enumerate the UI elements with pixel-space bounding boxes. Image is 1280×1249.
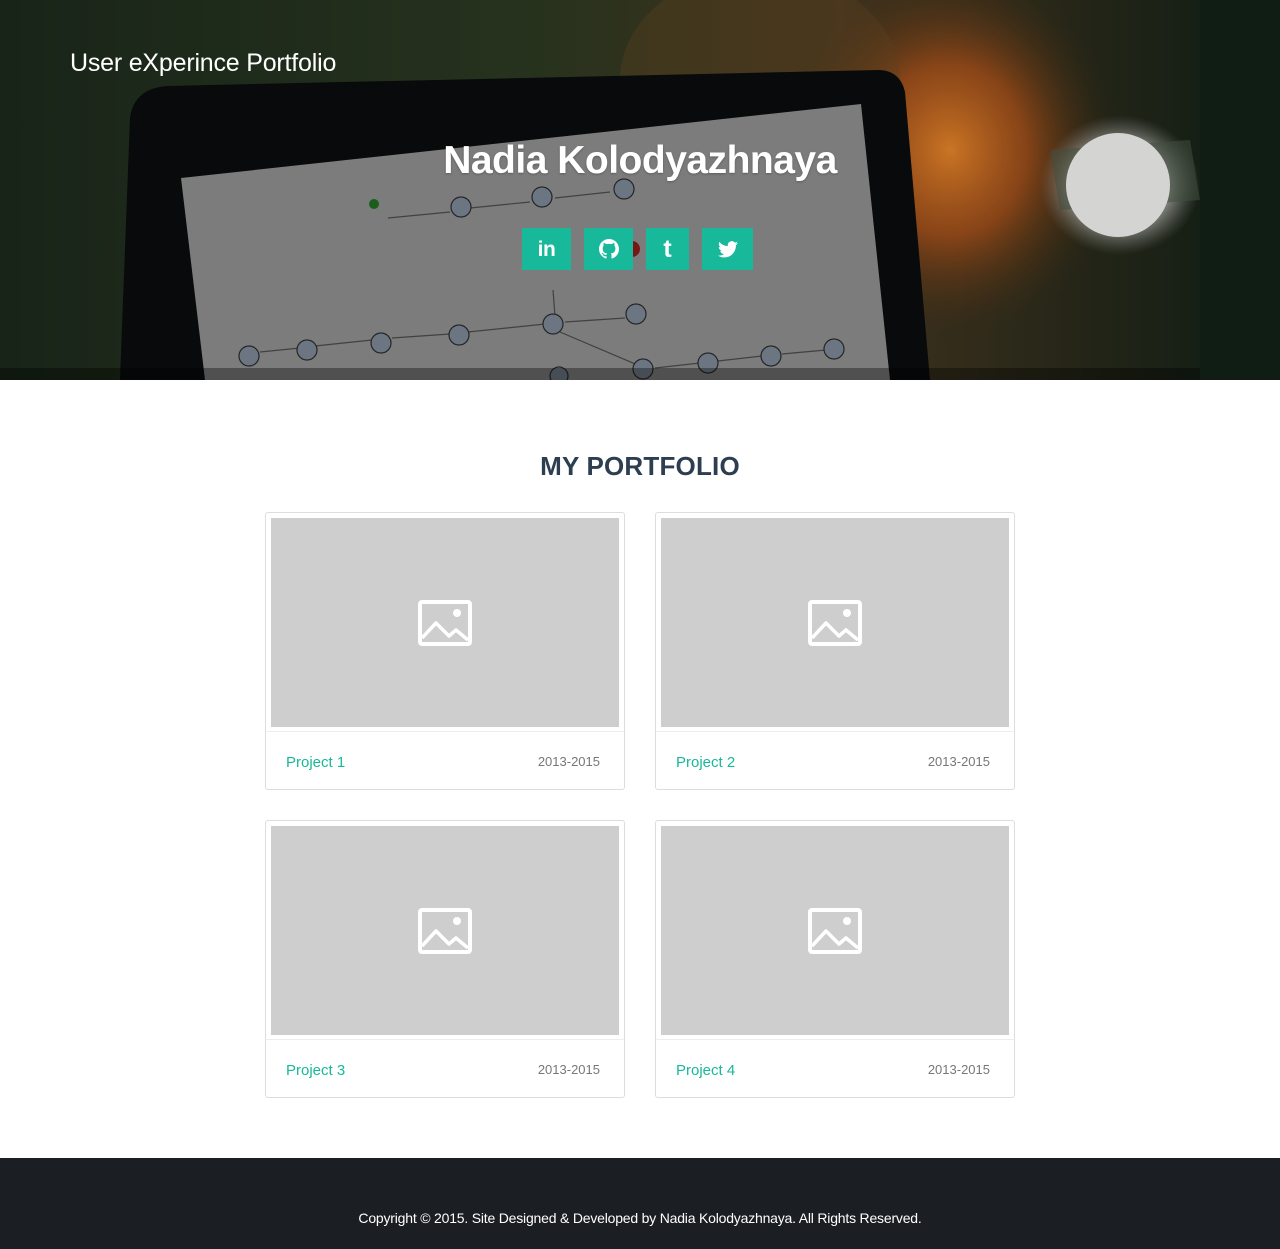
project-card[interactable]: Project 4 2013-2015: [655, 820, 1015, 1098]
github-icon: [598, 239, 619, 259]
hero-edge-strip: [1200, 0, 1280, 380]
site-brand-link[interactable]: User eXperince Portfolio: [70, 49, 336, 78]
image-placeholder-icon: [808, 907, 862, 954]
tumblr-link[interactable]: t: [646, 228, 689, 270]
project-thumbnail[interactable]: [661, 826, 1009, 1035]
card-divider: [656, 1039, 1014, 1040]
hero-header: User eXperince Portfolio Nadia Kolodyazh…: [0, 0, 1280, 380]
project-card[interactable]: Project 3 2013-2015: [265, 820, 625, 1098]
card-divider: [266, 731, 624, 732]
project-title-link[interactable]: Project 3: [286, 1062, 345, 1079]
owner-name-heading: Nadia Kolodyazhnaya: [443, 139, 837, 182]
project-title-link[interactable]: Project 4: [676, 1062, 735, 1079]
project-years: 2013-2015: [537, 754, 600, 769]
project-title-link[interactable]: Project 2: [676, 754, 735, 771]
project-thumbnail[interactable]: [271, 826, 619, 1035]
linkedin-link[interactable]: in: [522, 228, 571, 270]
linkedin-icon: in: [537, 237, 556, 261]
project-card[interactable]: Project 2 2013-2015: [655, 512, 1015, 790]
tumblr-icon: t: [663, 234, 672, 263]
github-link[interactable]: [584, 228, 633, 270]
card-divider: [656, 731, 1014, 732]
project-years: 2013-2015: [537, 1062, 600, 1077]
project-thumbnail[interactable]: [271, 518, 619, 727]
project-years: 2013-2015: [927, 754, 990, 769]
card-divider: [266, 1039, 624, 1040]
twitter-icon: [717, 240, 738, 257]
image-placeholder-icon: [808, 599, 862, 646]
site-footer: Copyright © 2015. Site Designed & Develo…: [0, 1158, 1280, 1249]
copyright-text: Copyright © 2015. Site Designed & Develo…: [358, 1210, 922, 1226]
project-card[interactable]: Project 1 2013-2015: [265, 512, 625, 790]
image-placeholder-icon: [418, 907, 472, 954]
image-placeholder-icon: [418, 599, 472, 646]
project-thumbnail[interactable]: [661, 518, 1009, 727]
twitter-link[interactable]: [702, 228, 753, 270]
portfolio-title: MY PORTFOLIO: [540, 451, 740, 481]
project-years: 2013-2015: [927, 1062, 990, 1077]
project-title-link[interactable]: Project 1: [286, 754, 345, 771]
